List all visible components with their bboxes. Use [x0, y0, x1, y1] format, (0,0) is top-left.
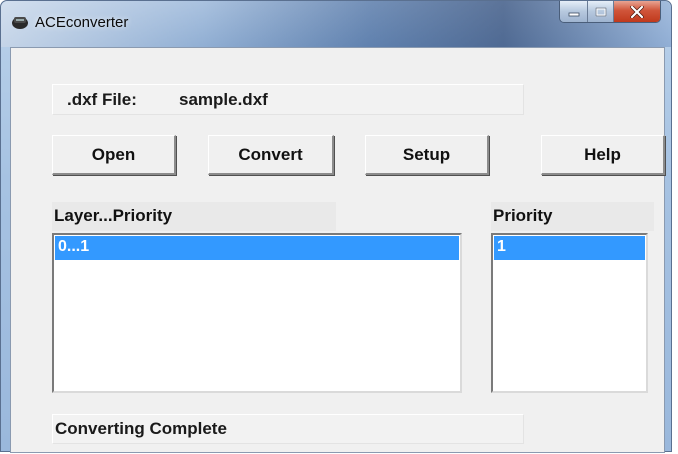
maximize-button[interactable] — [588, 1, 614, 22]
dxf-file-label: .dxf File: — [67, 90, 137, 109]
priority-listbox[interactable]: 1 — [491, 233, 648, 393]
open-button[interactable]: Open — [52, 135, 176, 175]
app-window: ACEconverter .dxf File: sample.dxf Open … — [0, 0, 672, 453]
minimize-icon — [568, 12, 579, 16]
dxf-file-name: sample.dxf — [179, 90, 268, 109]
window-title: ACEconverter — [35, 14, 129, 31]
layer-list-item[interactable]: 0...1 — [55, 236, 459, 260]
close-button[interactable] — [614, 1, 660, 22]
minimize-button[interactable] — [560, 1, 588, 22]
convert-button[interactable]: Convert — [208, 135, 334, 175]
maximize-icon — [595, 7, 606, 16]
dxf-file-field: .dxf File: sample.dxf — [52, 84, 524, 115]
client-area: .dxf File: sample.dxf Open Convert Setup… — [10, 47, 665, 453]
close-icon — [630, 5, 644, 18]
status-text: Converting Complete — [52, 414, 524, 444]
layer-priority-header: Layer...Priority — [52, 202, 336, 231]
app-icon[interactable] — [11, 14, 29, 30]
help-button[interactable]: Help — [541, 135, 665, 175]
title-bar[interactable]: ACEconverter — [1, 1, 671, 47]
setup-button[interactable]: Setup — [365, 135, 489, 175]
priority-header: Priority — [491, 202, 654, 231]
layer-listbox[interactable]: 0...1 — [52, 233, 462, 393]
priority-list-item[interactable]: 1 — [494, 236, 645, 260]
caption-buttons — [559, 1, 661, 23]
